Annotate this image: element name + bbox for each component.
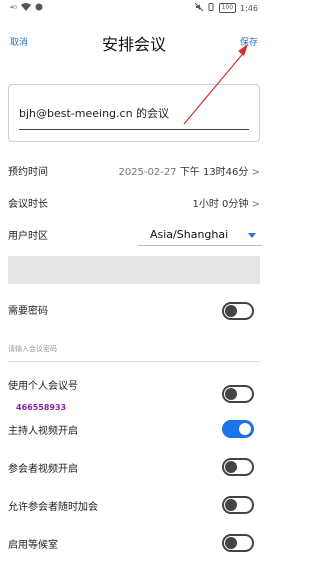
- host-video-label: 主持人视频开启: [8, 426, 78, 437]
- status-bar: ⁴ᴳ 100 1:46: [0, 0, 268, 18]
- mute-icon: [194, 2, 203, 13]
- waiting-room-toggle[interactable]: [222, 534, 254, 552]
- meeting-topic-input[interactable]: bjh@best-meeing.cn 的会议: [19, 105, 169, 121]
- password-input[interactable]: 请输入会议密码: [8, 340, 260, 362]
- password-label: 需要密码: [8, 306, 48, 317]
- toggle-knob: [225, 461, 237, 473]
- timezone-label: 用户时区: [8, 231, 48, 242]
- toggle-knob: [239, 423, 251, 435]
- password-placeholder: 请输入会议密码: [8, 345, 57, 353]
- participant-video-toggle[interactable]: [222, 458, 254, 476]
- toggle-knob: [225, 537, 237, 549]
- status-left: ⁴ᴳ: [10, 3, 43, 13]
- topic-underline: [19, 129, 249, 130]
- chevron-right-icon: >: [251, 199, 260, 210]
- participant-video-label: 参会者视频开启: [8, 464, 78, 475]
- duration-text: 1小时 0分钟: [192, 199, 249, 210]
- app-notification-icon: [35, 3, 43, 13]
- start-date: 2025-02-27: [118, 167, 177, 178]
- toggle-knob: [225, 305, 237, 317]
- meeting-topic-field[interactable]: bjh@best-meeing.cn 的会议: [8, 84, 260, 142]
- host-video-toggle[interactable]: [222, 420, 254, 438]
- timezone-select[interactable]: Asia/Shanghai: [138, 224, 262, 246]
- password-toggle[interactable]: [222, 302, 254, 320]
- save-button[interactable]: 保存: [240, 35, 258, 48]
- header: 取消 安排会议 保存: [0, 26, 268, 58]
- vibrate-icon: [207, 3, 215, 13]
- join-anytime-toggle[interactable]: [222, 496, 254, 514]
- join-anytime-label: 允许参会者随时加会: [8, 502, 98, 513]
- toggle-knob: [225, 499, 237, 511]
- status-right: 100 1:46: [194, 2, 258, 13]
- waiting-room-label: 启用等候室: [8, 540, 58, 551]
- blank-banner: [8, 256, 260, 284]
- personal-meeting-number: 466558933: [16, 403, 67, 412]
- start-clock: 下午 13时46分: [179, 167, 249, 178]
- toggle-knob: [225, 388, 237, 400]
- duration-label: 会议时长: [8, 199, 48, 210]
- signal-icon: ⁴ᴳ: [10, 3, 18, 13]
- timezone-value: Asia/Shanghai: [150, 228, 229, 241]
- pmi-label: 使用个人会议号: [8, 381, 78, 392]
- duration-value[interactable]: 1小时 0分钟 >: [193, 195, 260, 210]
- chevron-right-icon: >: [251, 167, 260, 178]
- start-time-label: 预约时间: [8, 167, 48, 178]
- status-time: 1:46: [240, 3, 258, 13]
- wifi-icon: [21, 3, 32, 13]
- dropdown-caret-icon: [248, 233, 256, 238]
- pmi-toggle[interactable]: [222, 385, 254, 403]
- page-title: 安排会议: [101, 35, 166, 54]
- battery-icon: 100: [218, 3, 237, 13]
- start-time-value[interactable]: 2025-02-27 下午 13时46分 >: [118, 163, 260, 178]
